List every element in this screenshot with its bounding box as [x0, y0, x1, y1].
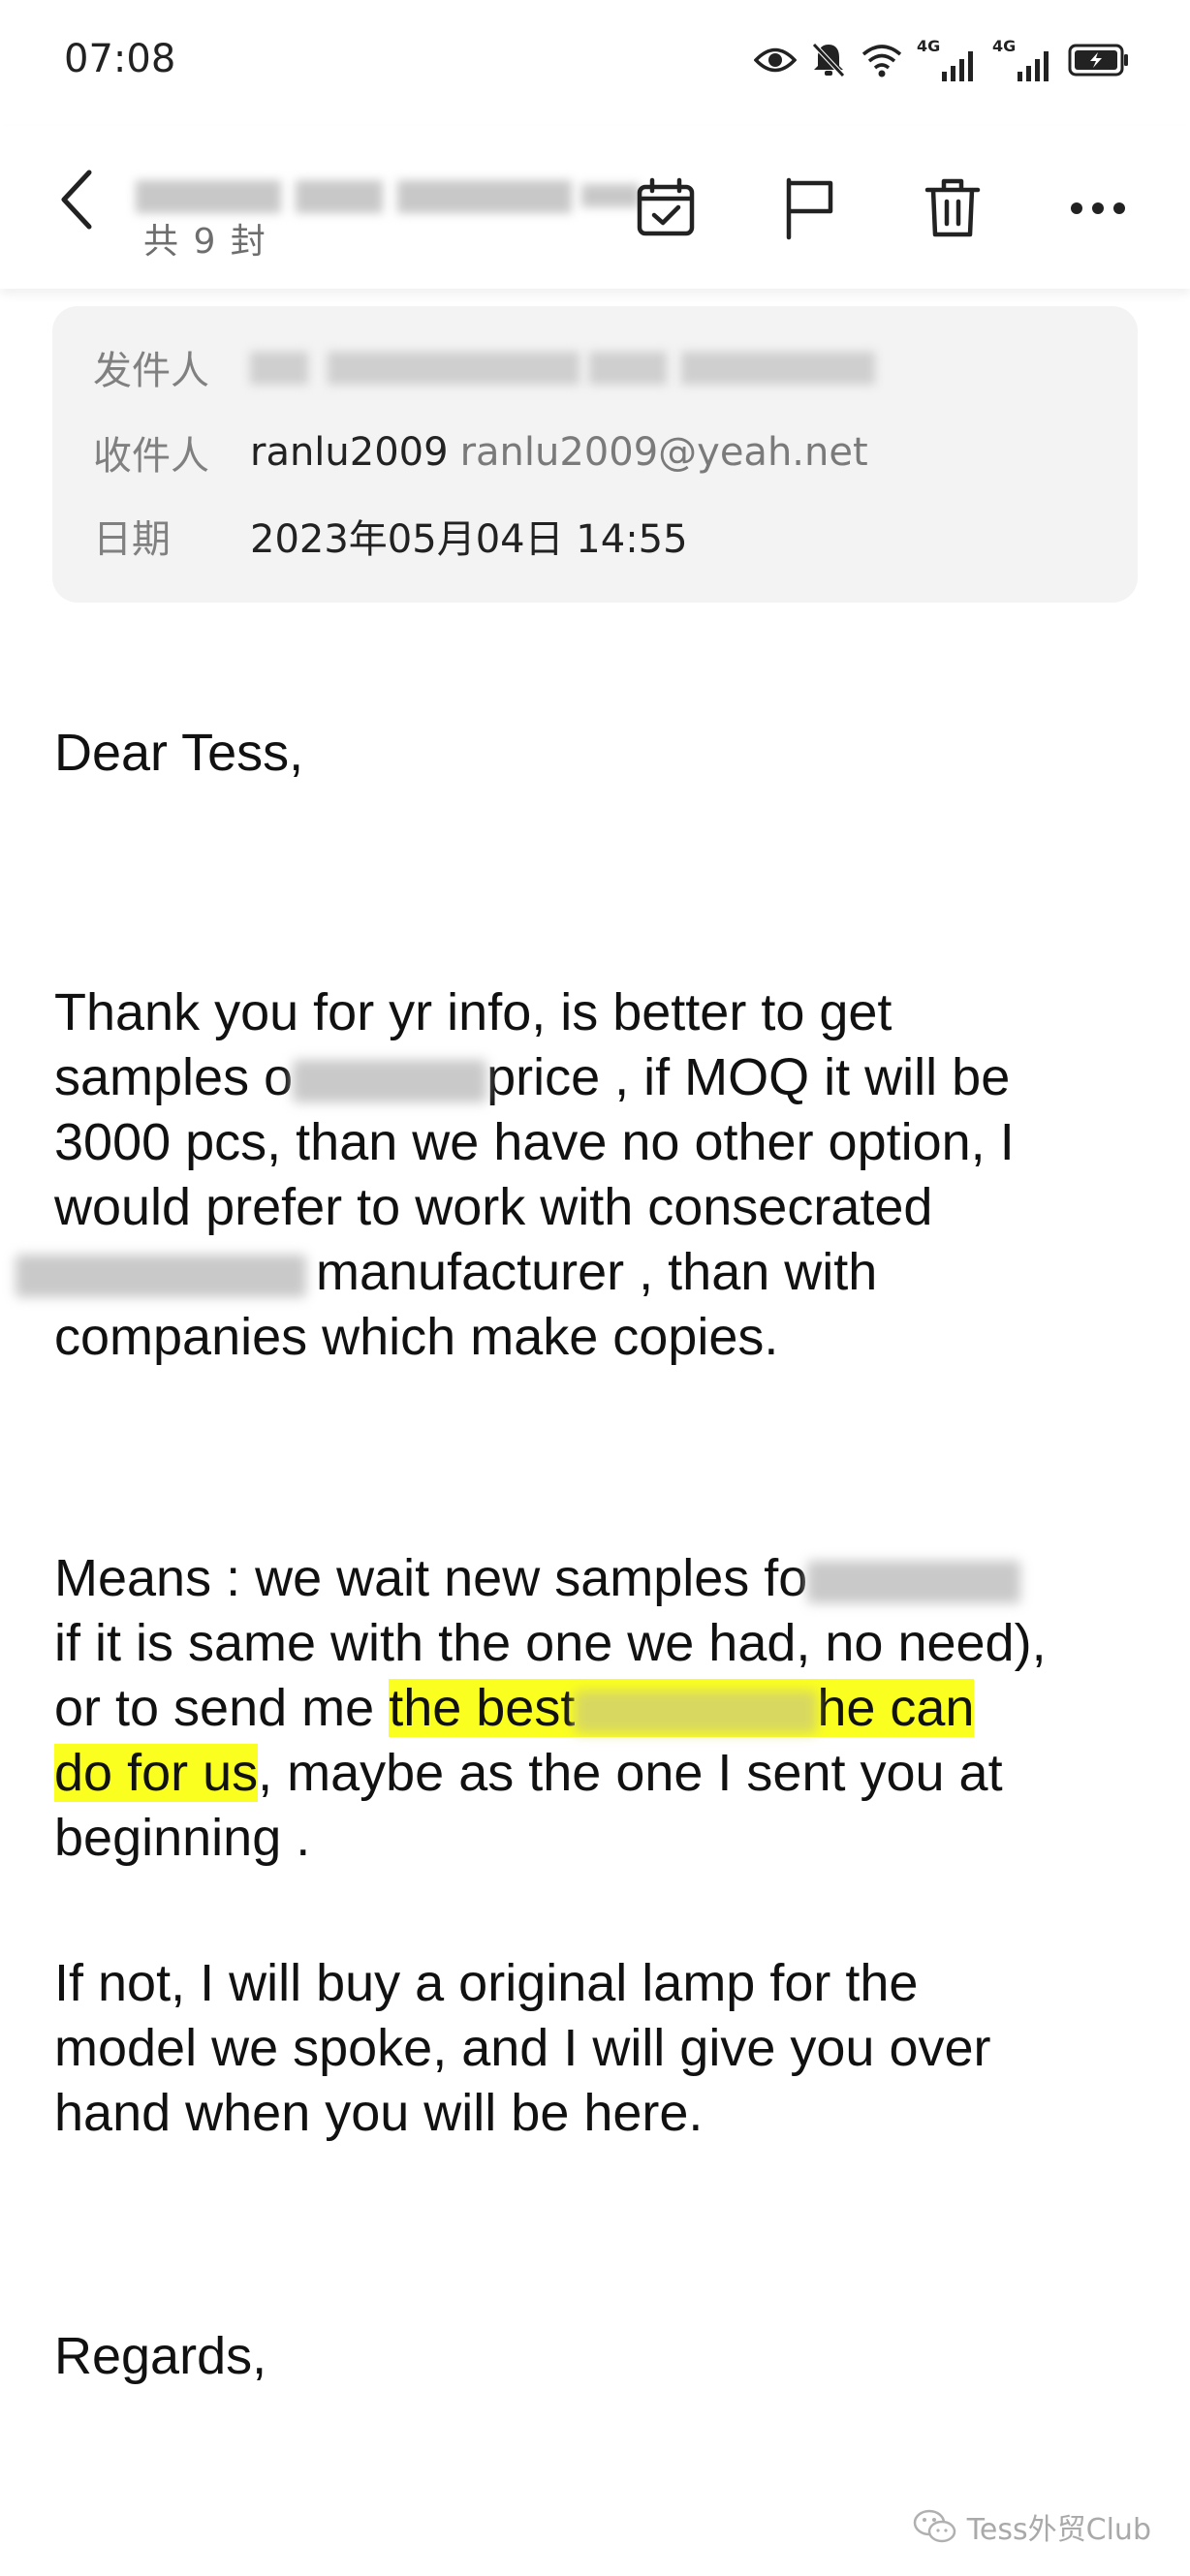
body-line: beginning .	[54, 1809, 311, 1867]
watermark-text: Tess外贸Club	[966, 2513, 1151, 2547]
trash-icon	[924, 178, 981, 237]
closing: Regards,	[54, 2327, 267, 2385]
from-label: 发件人	[93, 349, 209, 393]
status-time: 07:08	[64, 37, 176, 81]
status-icons: 4G 4G	[754, 37, 1130, 81]
eye-icon	[754, 46, 797, 75]
body-line: If not, I will buy a original lamp for t…	[54, 1954, 919, 2012]
body-line: would prefer to work with consecrated	[54, 1178, 933, 1236]
back-button[interactable]	[47, 161, 105, 238]
mail-count: 共 9 封	[143, 222, 267, 262]
body-line: model we spoke, and I will give you over	[54, 2019, 991, 2077]
highlighted-text: the best he can	[389, 1679, 975, 1737]
redacted-text	[293, 1059, 487, 1102]
body-line: samples o price , if MOQ it will be	[54, 1048, 1011, 1106]
flag-icon	[786, 177, 833, 240]
bell-muted-icon	[810, 41, 847, 79]
body-line: Means : we wait new samples fo	[54, 1546, 1149, 1611]
sender-redacted	[250, 346, 890, 388]
greeting: Dear Tess,	[54, 724, 304, 782]
back-icon	[61, 170, 92, 230]
battery-charging-icon	[1068, 44, 1130, 77]
body-line: companies which make copies.	[54, 1308, 779, 1366]
redacted-text	[575, 1690, 818, 1733]
paragraph-3: If not, I will buy a original lamp for t…	[54, 1951, 1149, 2146]
more-button[interactable]	[1054, 165, 1142, 252]
body-line: if it is same with the one we had, no ne…	[54, 1614, 1047, 1672]
delete-button[interactable]	[909, 165, 996, 252]
signal-icon: 4G	[917, 37, 979, 81]
redacted-text	[807, 1560, 1021, 1603]
body-line: manufacturer , than with	[16, 1240, 1149, 1305]
from-row: 发件人	[93, 343, 890, 393]
subject-redacted	[126, 174, 640, 217]
date-row: 日期 2023年05月04日 14:55	[93, 512, 688, 562]
highlighted-text: do for us	[54, 1744, 259, 1802]
signal-icon: 4G	[992, 37, 1054, 81]
wechat-icon	[913, 2509, 955, 2543]
status-bar: 07:08 4G 4G	[0, 0, 1190, 126]
more-icon	[1071, 202, 1125, 214]
body-line: or to send me the best he can	[54, 1679, 975, 1737]
calendar-check-icon	[637, 177, 695, 236]
wifi-icon	[861, 43, 903, 78]
to-label: 收件人	[93, 434, 209, 479]
body-line: 3000 pcs, than we have no other option, …	[54, 1113, 1015, 1171]
watermark: Tess外贸Club	[913, 2505, 1151, 2548]
body-line: do for us, maybe as the one I sent you a…	[54, 1744, 1003, 1802]
recipient-address[interactable]: ranlu2009@yeah.net	[460, 430, 868, 475]
to-row: 收件人 ranlu2009 ranlu2009@yeah.net	[93, 428, 868, 479]
schedule-button[interactable]	[622, 165, 709, 252]
mail-header-card: 发件人 收件人 ranlu2009 ranlu2009@yeah.net 日期 …	[52, 306, 1138, 603]
mail-toolbar: 共 9 封	[0, 126, 1190, 289]
date-value: 2023年05月04日 14:55	[250, 517, 688, 562]
date-label: 日期	[93, 517, 171, 562]
paragraph-1: Thank you for yr info, is better to get …	[16, 980, 1149, 1370]
redacted-text	[16, 1254, 306, 1297]
body-line: Thank you for yr info, is better to get	[54, 983, 892, 1041]
body-line: hand when you will be here.	[54, 2084, 704, 2142]
flag-button[interactable]	[766, 165, 853, 252]
paragraph-2: Means : we wait new samples fo if it is …	[54, 1546, 1149, 1871]
recipient-name[interactable]: ranlu2009	[250, 430, 449, 475]
